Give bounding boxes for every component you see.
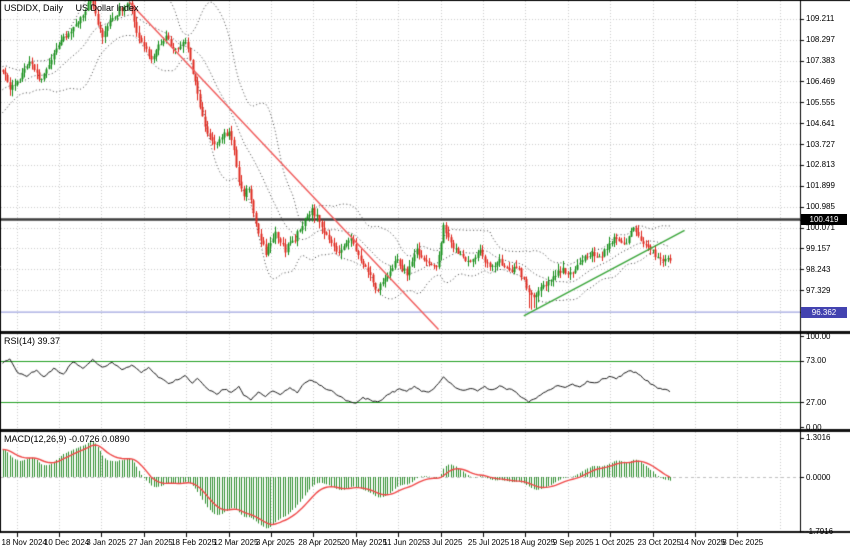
chart-canvas[interactable] (0, 0, 850, 550)
trading-chart-window: USDIDX, Daily US Dollar Index RSI(14) 39… (0, 0, 850, 550)
